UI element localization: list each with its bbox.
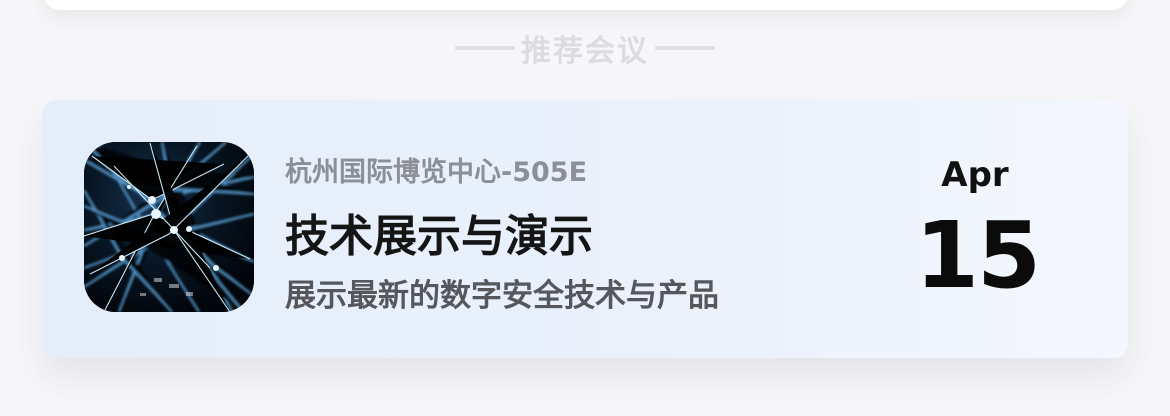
meeting-thumbnail [84, 142, 254, 312]
recommended-meetings-header: 推荐会议 [0, 28, 1170, 69]
network-lines-image [84, 142, 254, 312]
meeting-title: 技术展示与演示 [285, 211, 593, 262]
meeting-description: 展示最新的数字安全技术与产品 [285, 278, 719, 314]
section-left-divider [455, 46, 515, 50]
previous-card-bottom-edge [44, 0, 1128, 10]
section-title: 推荐会议 [521, 34, 649, 69]
recommended-meeting-card[interactable]: 杭州国际博览中心-505E 技术展示与演示 展示最新的数字安全技术与产品 Apr… [42, 100, 1128, 358]
meeting-date-day: 15 [914, 202, 1041, 309]
section-right-divider [655, 46, 715, 50]
meeting-location: 杭州国际博览中心-505E [285, 157, 588, 188]
meeting-date-month: Apr [941, 155, 1009, 195]
